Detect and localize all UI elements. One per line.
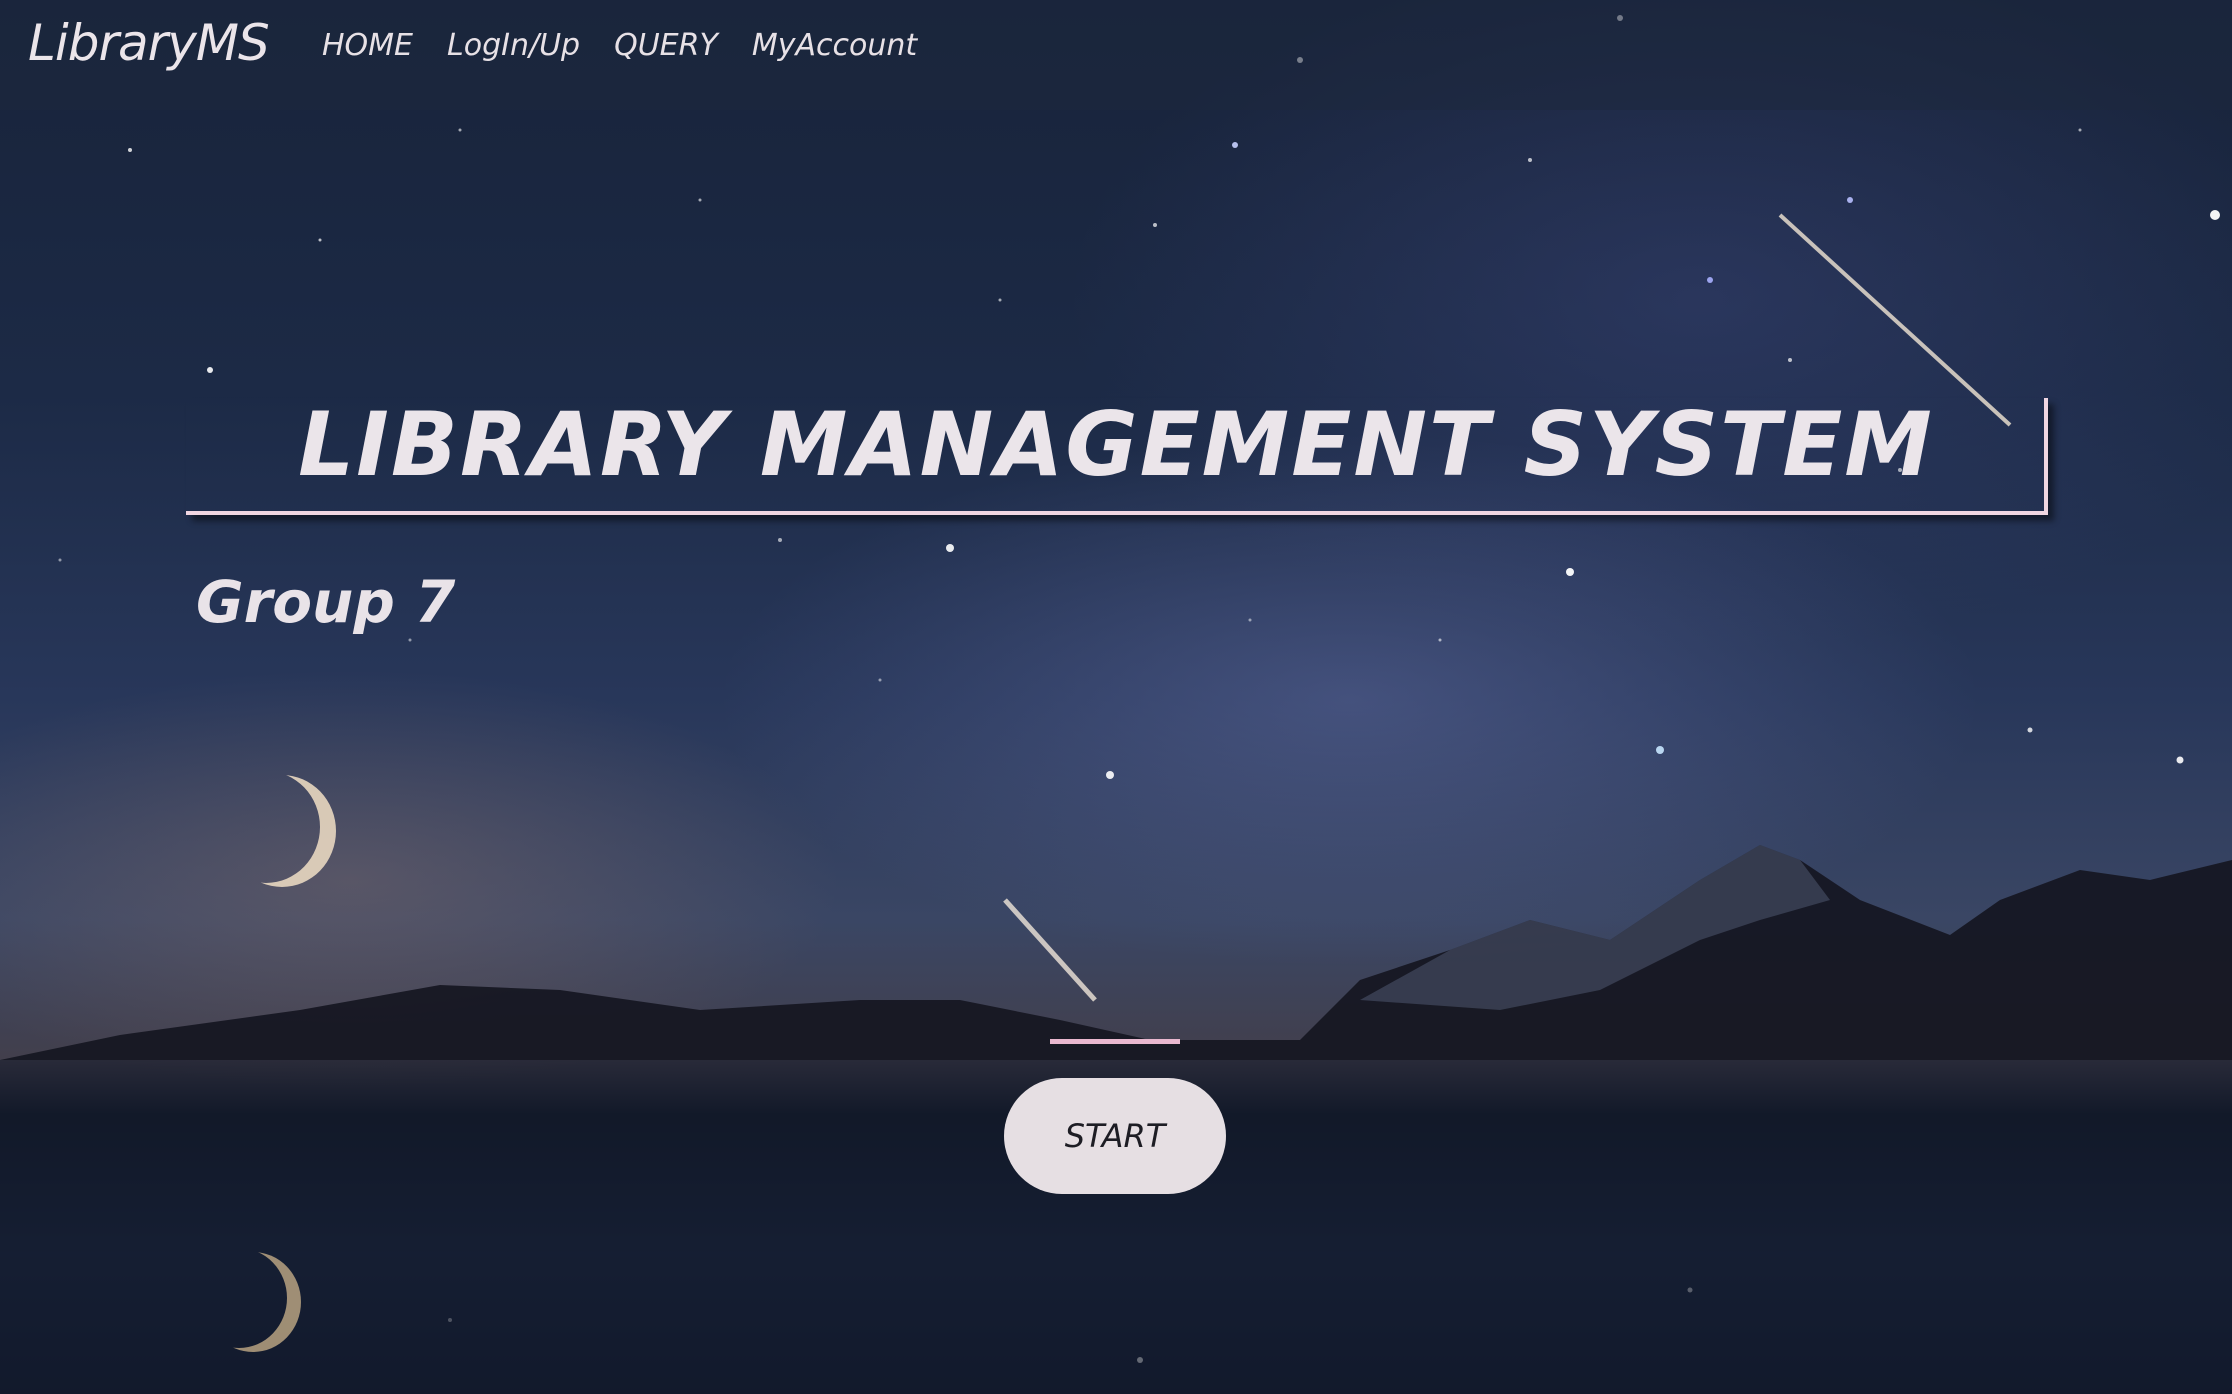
nav-links: HOME LogIn/Up QUERY MyAccount (322, 28, 951, 63)
nav-link-my-account[interactable]: MyAccount (752, 28, 917, 63)
page-title: LIBRARY MANAGEMENT SYSTEM (298, 393, 1934, 496)
nav-link-home[interactable]: HOME (322, 28, 413, 63)
top-navbar: LibraryMS HOME LogIn/Up QUERY MyAccount (0, 0, 2232, 110)
moon-reflection-graphic (205, 1252, 301, 1352)
start-button[interactable]: START (1004, 1078, 1226, 1194)
nav-link-query[interactable]: QUERY (614, 28, 718, 63)
group-subtitle: Group 7 (196, 568, 456, 636)
start-accent-line (1050, 1039, 1180, 1044)
nav-link-login[interactable]: LogIn/Up (447, 28, 580, 63)
moon-graphic (228, 775, 336, 887)
brand-logo[interactable]: LibraryMS (28, 14, 270, 72)
